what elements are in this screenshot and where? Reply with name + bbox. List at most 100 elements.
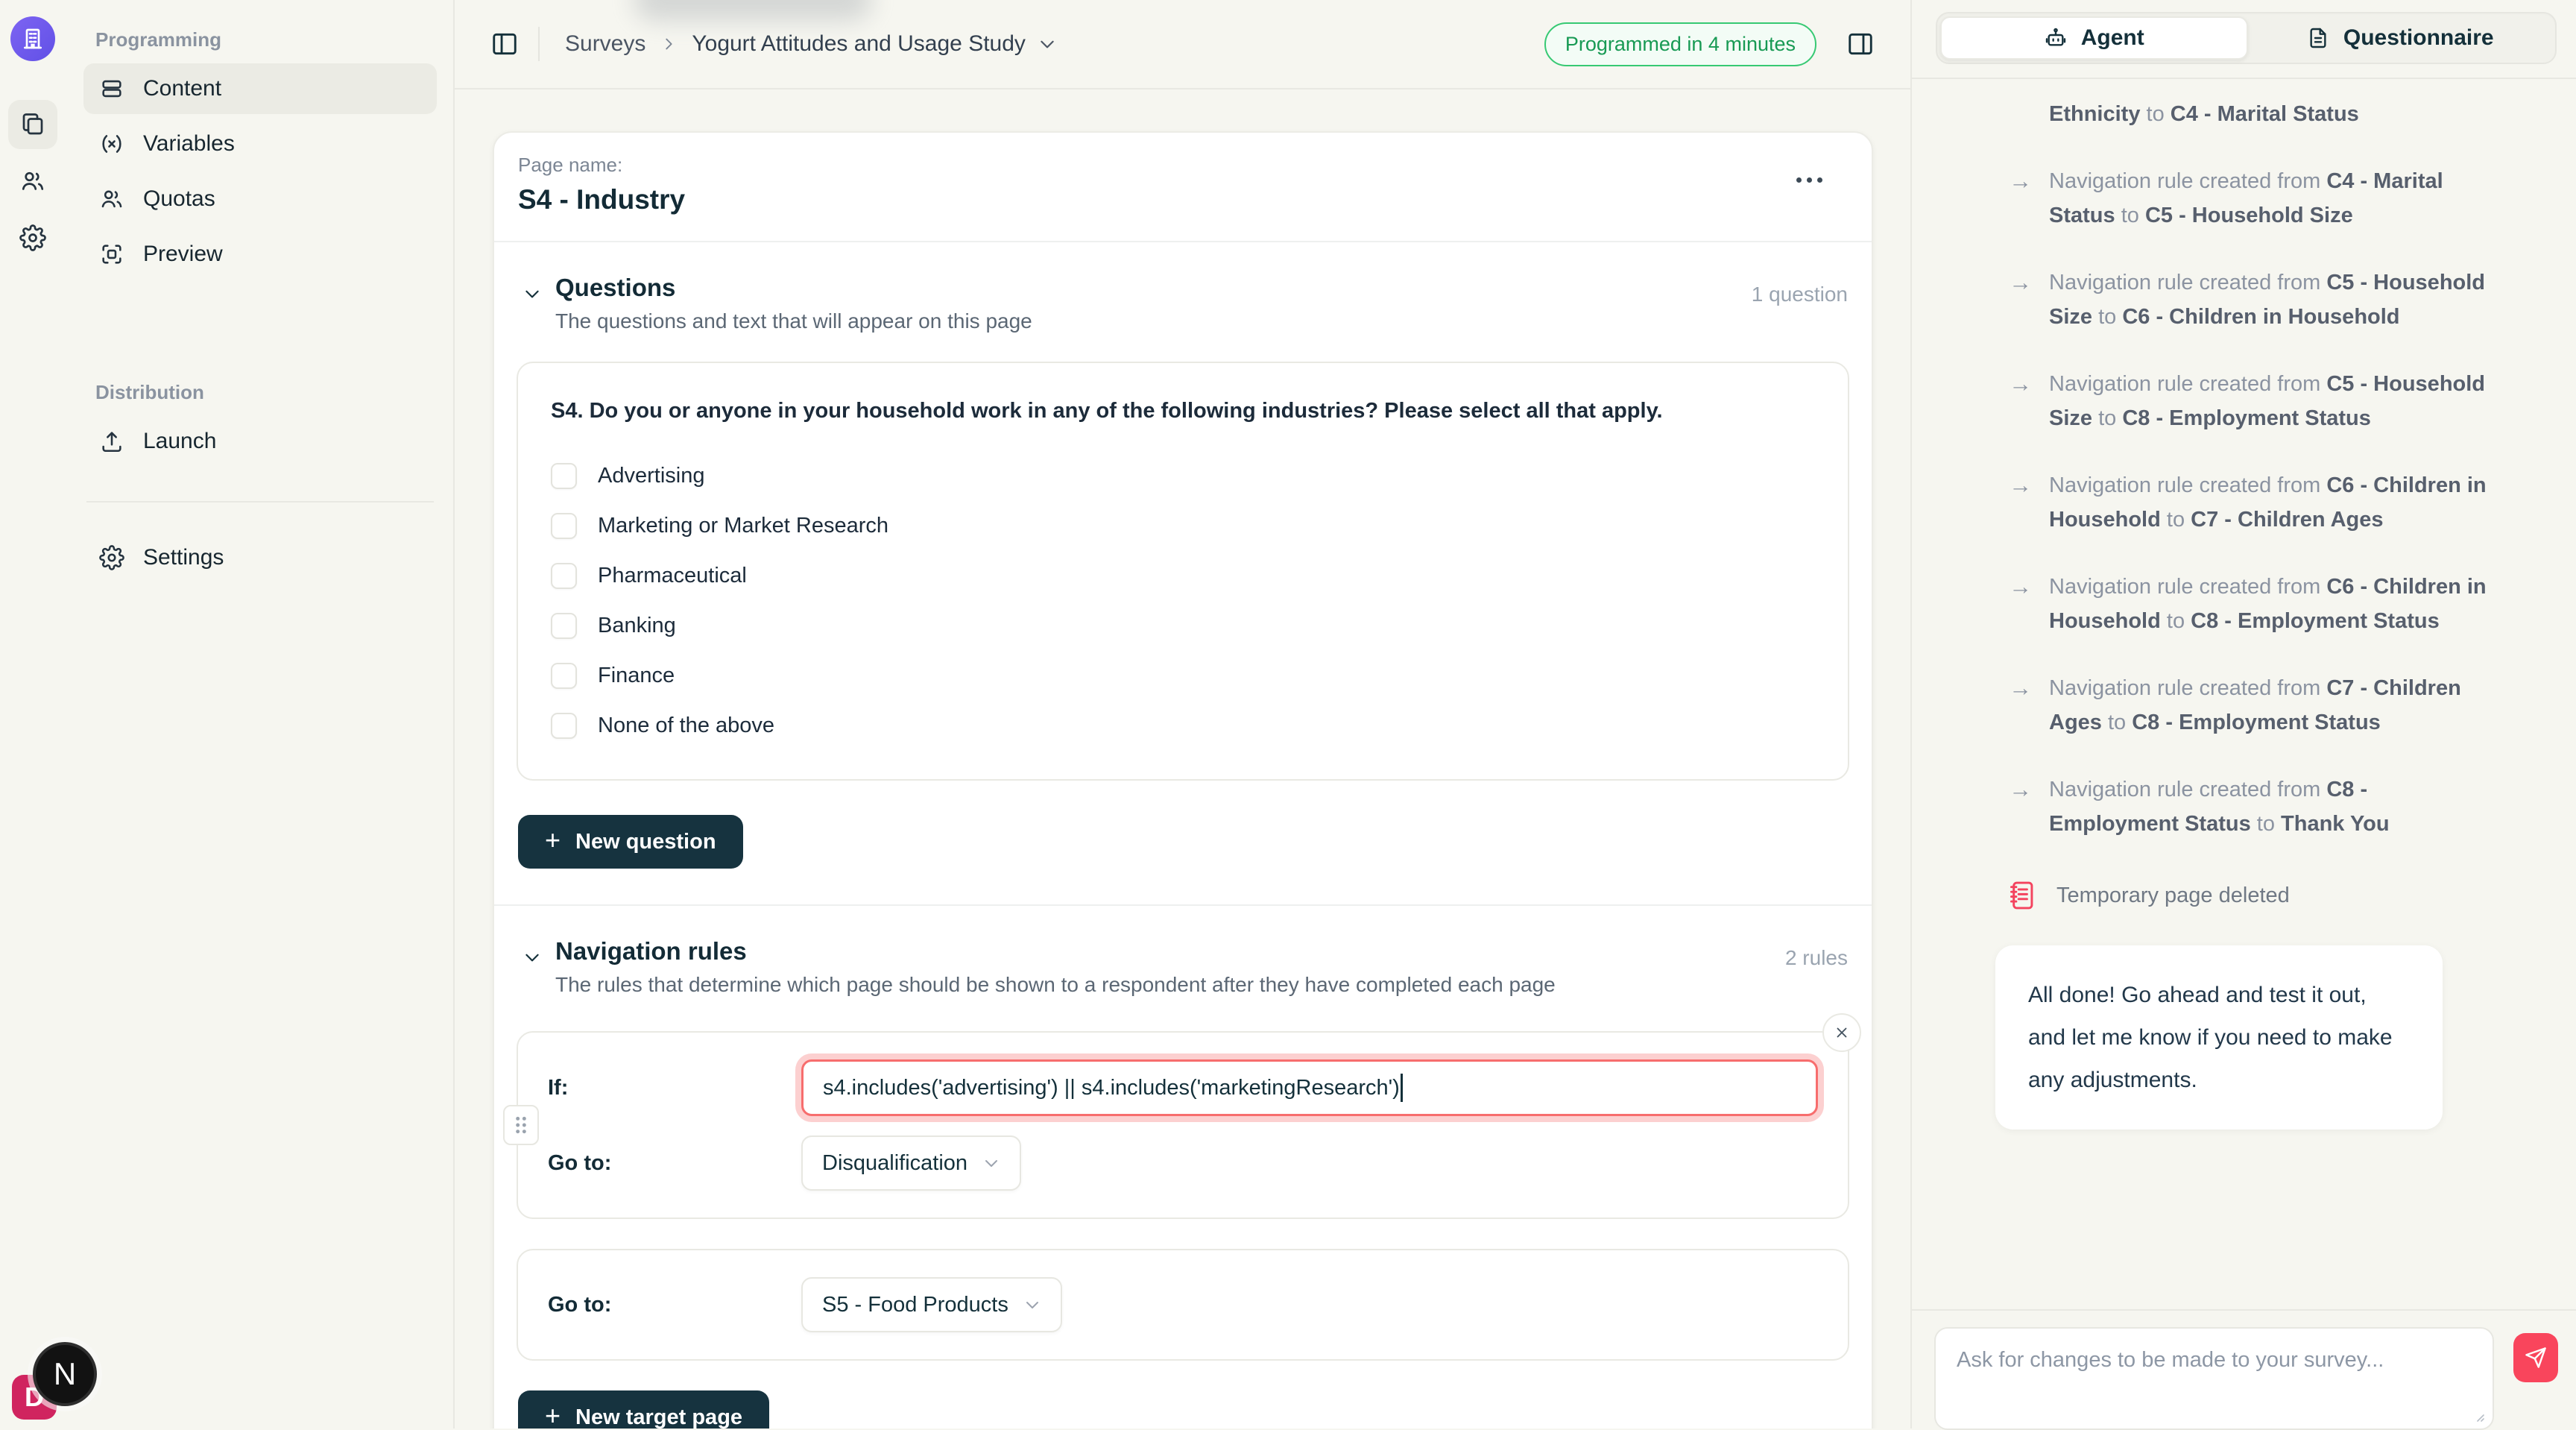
- remove-rule-button[interactable]: [1822, 1013, 1861, 1052]
- option-checkbox[interactable]: [551, 563, 577, 589]
- rules-subtitle: The rules that determine which page shou…: [555, 973, 1556, 997]
- text-caret: [1401, 1074, 1403, 1102]
- question-option: Advertising: [551, 463, 1815, 489]
- nav-spacer: [83, 284, 437, 372]
- chevron-down-icon[interactable]: [1038, 34, 1057, 54]
- sidebar-item-launch[interactable]: Launch: [83, 416, 437, 467]
- blur-artifact: [634, 0, 872, 21]
- question-card: S4. Do you or anyone in your household w…: [517, 362, 1849, 781]
- chat-input[interactable]: Ask for changes to be made to your surve…: [1934, 1327, 2494, 1430]
- app: { "topbar": { "breadcrumb": {"root": "Su…: [0, 0, 2576, 1429]
- navigation-rule-card: Go to: S5 - Food Products: [517, 1249, 1849, 1361]
- agent-event: →Navigation rule created from C6 - Child…: [2009, 570, 2498, 638]
- assistant-message-bubble: All done! Go ahead and test it out, and …: [1995, 945, 2443, 1130]
- if-label: If:: [548, 1076, 801, 1100]
- gear-icon: [98, 545, 125, 570]
- chevron-right-icon: [660, 36, 677, 52]
- upload-icon: [98, 429, 125, 454]
- dev-badge-n[interactable]: N: [33, 1342, 97, 1406]
- breadcrumb-surveys[interactable]: Surveys: [565, 31, 645, 57]
- sidebar-item-label: Variables: [143, 131, 235, 157]
- page-card: Page name: S4 - Industry Questions The q…: [493, 131, 1873, 1429]
- arrow-right-icon: →: [2009, 367, 2034, 435]
- tab-agent-label: Agent: [2081, 25, 2144, 51]
- arrow-right-icon: →: [2009, 164, 2034, 233]
- question-option: Finance: [551, 663, 1815, 689]
- sidebar-item-settings[interactable]: Settings: [83, 532, 437, 583]
- company-logo[interactable]: [10, 16, 55, 61]
- programmed-time-badge: Programmed in 4 minutes: [1544, 22, 1816, 66]
- option-checkbox[interactable]: [551, 463, 577, 489]
- condition-input[interactable]: s4.includes('advertising') || s4.include…: [801, 1059, 1818, 1116]
- tab-questionnaire[interactable]: Questionnaire: [2248, 16, 2553, 60]
- navigation-rule-card: If: s4.includes('advertising') || s4.inc…: [517, 1031, 1849, 1219]
- rail-surveys-button[interactable]: [8, 100, 57, 149]
- agent-event: →Navigation rule created from C4 - Marit…: [2009, 164, 2498, 233]
- rail-settings-button[interactable]: [8, 213, 57, 262]
- resize-grip-icon[interactable]: [2473, 1411, 2485, 1423]
- goto-target-dropdown[interactable]: S5 - Food Products: [801, 1277, 1062, 1332]
- chat-input-row: Ask for changes to be made to your surve…: [1912, 1309, 2576, 1429]
- sidebar-item-variables[interactable]: Variables: [83, 119, 437, 169]
- arrow-right-icon: →: [2009, 671, 2034, 740]
- main-column: Surveys Yogurt Attitudes and Usage Study…: [455, 0, 1910, 1429]
- page-content: Page name: S4 - Industry Questions The q…: [455, 89, 1910, 1429]
- event-text: Navigation rule created from C8 - Employ…: [2049, 772, 2498, 841]
- option-label: Finance: [598, 664, 675, 688]
- tab-questionnaire-label: Questionnaire: [2343, 25, 2494, 51]
- arrow-right-icon: →: [2009, 772, 2034, 841]
- copy-pages-icon: [19, 111, 46, 138]
- rules-title: Navigation rules: [555, 937, 1556, 966]
- goto-row: Go to: Disqualification: [548, 1136, 1818, 1191]
- option-list: AdvertisingMarketing or Market ResearchP…: [551, 463, 1815, 739]
- variable-icon: [98, 131, 125, 157]
- option-checkbox[interactable]: [551, 663, 577, 689]
- sidebar-item-label: Quotas: [143, 186, 215, 212]
- page-name-label: Page name:: [518, 154, 1819, 177]
- agent-panel: Agent Questionnaire Ethnicity to C4 - Ma…: [1910, 0, 2576, 1429]
- panel-right-toggle-icon[interactable]: [1846, 30, 1875, 58]
- arrow-right-icon: →: [2009, 468, 2034, 537]
- event-text: Navigation rule created from C4 - Marita…: [2049, 164, 2498, 233]
- sidebar-item-quotas[interactable]: Quotas: [83, 174, 437, 224]
- condition-value: s4.includes('advertising') || s4.include…: [823, 1076, 1400, 1100]
- option-checkbox[interactable]: [551, 513, 577, 539]
- sidebar-item-label: Settings: [143, 545, 224, 570]
- rule-count: 2 rules: [1785, 946, 1848, 970]
- sidebar-item-label: Launch: [143, 429, 216, 454]
- event-text: Ethnicity to C4 - Marital Status: [2049, 97, 2359, 131]
- page-menu-icon[interactable]: [1796, 177, 1822, 183]
- rail-audience-button[interactable]: [8, 157, 57, 206]
- page-card-header: Page name: S4 - Industry: [494, 133, 1872, 241]
- event-text: Navigation rule created from C5 - Househ…: [2049, 265, 2498, 334]
- option-checkbox[interactable]: [551, 613, 577, 639]
- drag-handle[interactable]: [503, 1105, 539, 1145]
- option-label: Pharmaceutical: [598, 564, 747, 588]
- card-divider: [494, 241, 1872, 242]
- collapse-chevron-icon[interactable]: [523, 284, 555, 303]
- tab-agent[interactable]: Agent: [1940, 16, 2248, 60]
- robot-icon: [2044, 26, 2068, 50]
- new-question-button[interactable]: + New question: [518, 815, 743, 869]
- panel-left-toggle-icon[interactable]: [490, 30, 519, 58]
- send-button[interactable]: [2513, 1333, 2558, 1382]
- agent-event: →Navigation rule created from C5 - House…: [2009, 367, 2498, 435]
- sidebar-item-preview[interactable]: Preview: [83, 229, 437, 280]
- new-target-page-button[interactable]: + New target page: [518, 1390, 769, 1429]
- panel-tabs: Agent Questionnaire: [1936, 12, 2557, 64]
- breadcrumb-current[interactable]: Yogurt Attitudes and Usage Study: [692, 31, 1026, 57]
- option-label: Advertising: [598, 464, 704, 488]
- option-checkbox[interactable]: [551, 713, 577, 739]
- questions-header: Questions The questions and text that wi…: [518, 274, 1848, 333]
- collapse-chevron-icon[interactable]: [523, 948, 555, 967]
- nav-divider: [86, 501, 434, 503]
- document-icon: [2306, 26, 2330, 50]
- section-divider: [494, 904, 1872, 906]
- goto-label: Go to:: [548, 1151, 801, 1176]
- option-label: Banking: [598, 614, 676, 638]
- sidebar-item-content[interactable]: Content: [83, 63, 437, 114]
- distribution-section-label: Distribution: [83, 381, 437, 404]
- users-icon: [98, 186, 125, 212]
- goto-target-dropdown[interactable]: Disqualification: [801, 1136, 1021, 1191]
- agent-event: →Navigation rule created from C5 - House…: [2009, 265, 2498, 334]
